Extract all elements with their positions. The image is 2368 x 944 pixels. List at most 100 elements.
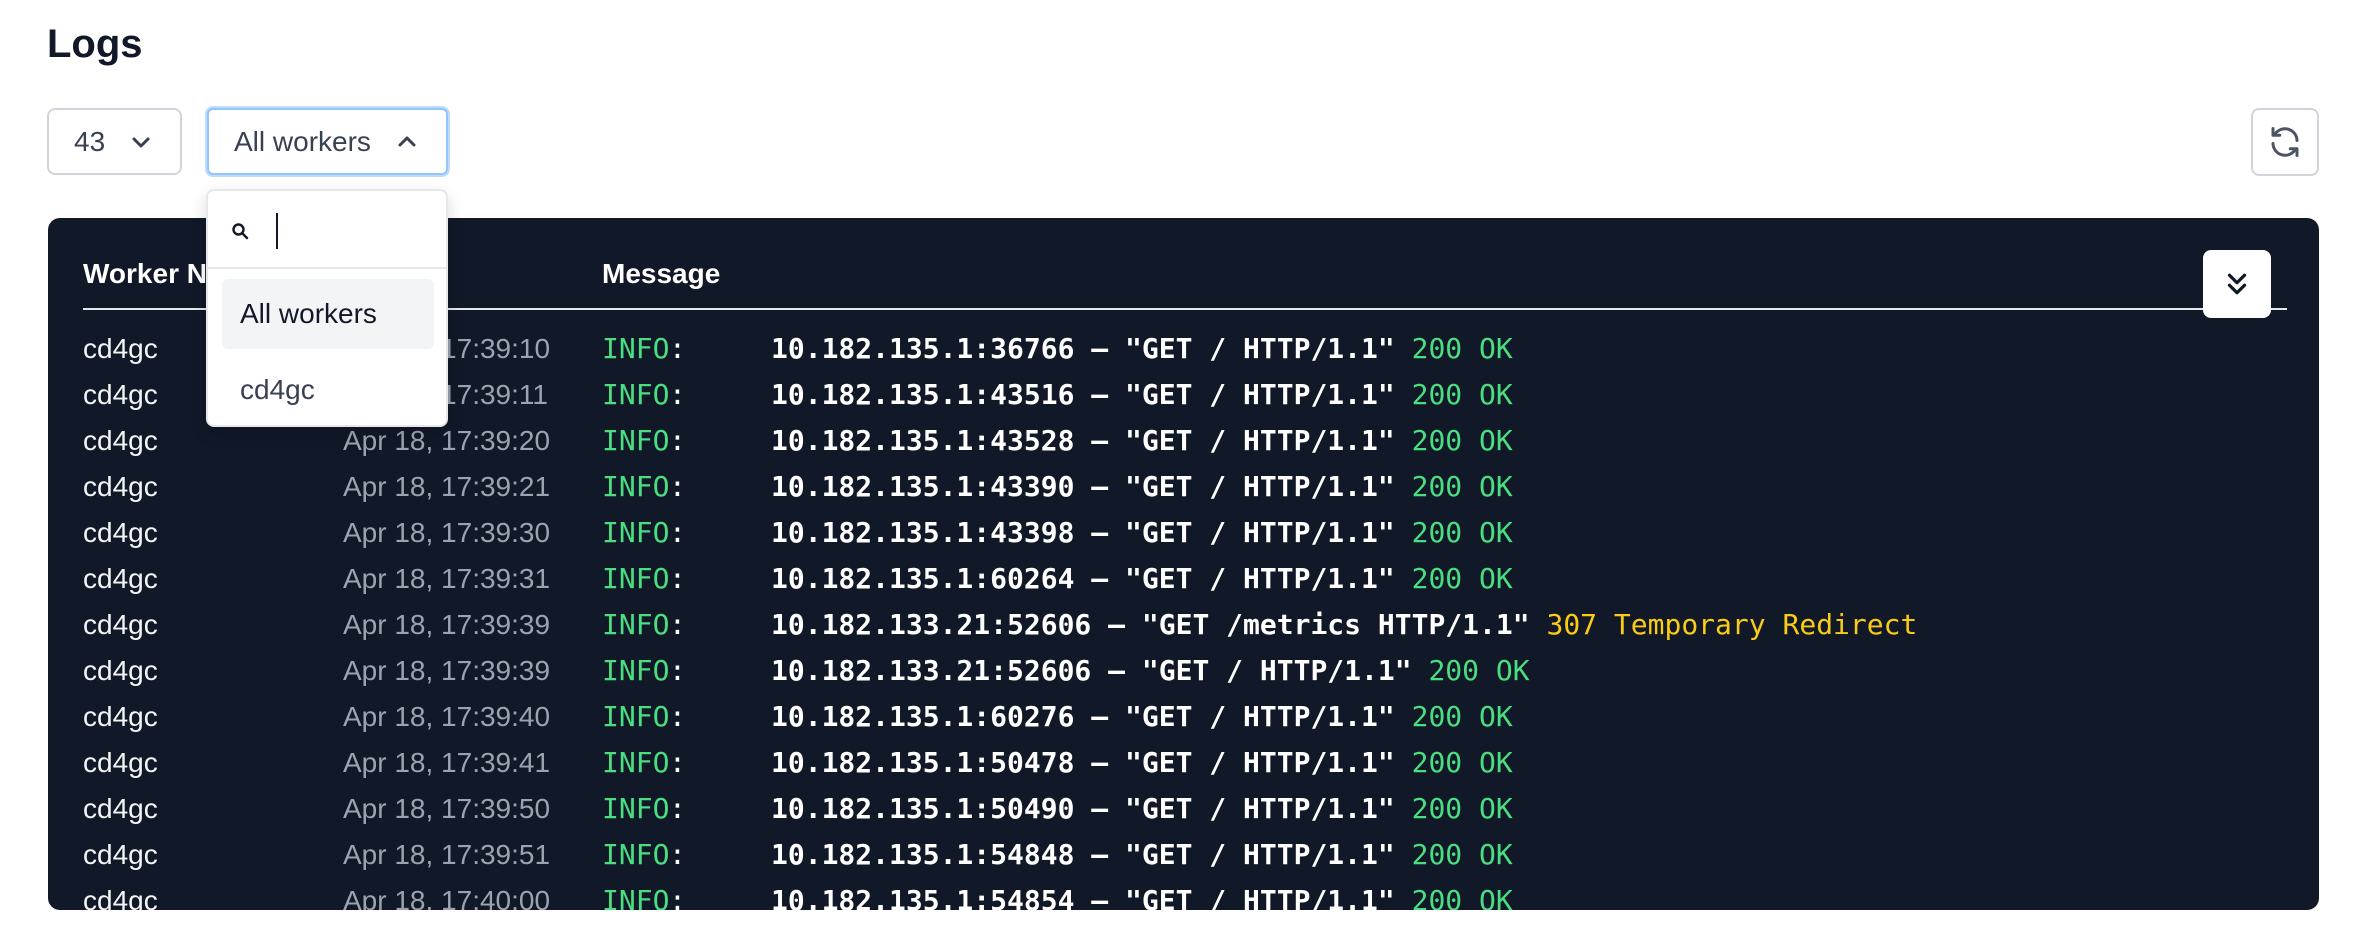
log-client-address: 10.182.135.1:43528: [771, 424, 1075, 457]
log-message: 10.182.135.1:60276 – "GET / HTTP/1.1" 20…: [771, 694, 1513, 740]
log-level: INFO: [602, 562, 670, 595]
log-timestamp: Apr 18, 17:39:39: [343, 609, 551, 640]
log-request: "GET / HTTP/1.1": [1125, 700, 1395, 733]
log-row: cd4gc Apr 18, 17:39:39 INFO: 10.182.133.21:…: [83, 648, 2287, 694]
log-timestamp: Apr 18, 17:39:50: [343, 793, 551, 824]
log-row: cd4gc Apr 18, 17:39:40 INFO: 10.182.135.1:6…: [83, 694, 2287, 740]
log-client-address: 10.182.135.1:60276: [771, 700, 1075, 733]
log-row: cd4gc Apr 18, 17:39:21 INFO: 10.182.135.1:4…: [83, 464, 2287, 510]
log-dash: –: [1074, 562, 1126, 595]
search-icon: [230, 221, 250, 241]
chevrons-down-icon: [2222, 269, 2252, 299]
log-timestamp: Apr 18, 17:40:00: [343, 885, 551, 910]
log-level-colon: :: [669, 562, 686, 595]
log-timestamp: Apr 18, 17:39:31: [343, 563, 551, 594]
worker-filter-dropdown: All workers cd4gc: [206, 189, 448, 427]
log-level-colon: :: [669, 654, 686, 687]
log-level: INFO: [602, 746, 670, 779]
log-timestamp: Apr 18, 17:39:41: [343, 747, 551, 778]
log-level: INFO: [602, 332, 670, 365]
log-level-colon: :: [669, 470, 686, 503]
refresh-icon: [2267, 124, 2303, 160]
log-request: "GET / HTTP/1.1": [1125, 424, 1395, 457]
log-request: "GET / HTTP/1.1": [1125, 332, 1395, 365]
worker-filter-select[interactable]: All workers: [205, 106, 450, 177]
log-client-address: 10.182.135.1:50490: [771, 792, 1075, 825]
log-level: INFO: [602, 792, 670, 825]
log-dash: –: [1074, 378, 1126, 411]
log-client-address: 10.182.133.21:52606: [771, 654, 1092, 687]
log-client-address: 10.182.135.1:54848: [771, 838, 1075, 871]
log-status: 307 Temporary Redirect: [1546, 608, 1918, 641]
row-count-value: 43: [74, 125, 106, 157]
log-message: 10.182.135.1:43390 – "GET / HTTP/1.1" 20…: [771, 464, 1513, 510]
row-count-select[interactable]: 43: [47, 108, 182, 175]
log-client-address: 10.182.135.1:43398: [771, 516, 1075, 549]
chevron-down-icon: [127, 128, 155, 156]
log-level-colon: :: [669, 378, 686, 411]
log-message: 10.182.135.1:43398 – "GET / HTTP/1.1" 20…: [771, 510, 1513, 556]
worker-option-cd4gc[interactable]: cd4gc: [222, 355, 434, 425]
log-worker: cd4gc: [83, 563, 158, 594]
log-status: 200 OK: [1411, 838, 1513, 871]
log-row: cd4gc Apr 18, 17:40:00 INFO: 10.182.135.1:5…: [83, 878, 2287, 910]
log-dash: –: [1074, 424, 1126, 457]
header-message: Message: [602, 258, 721, 289]
log-level-colon: :: [669, 332, 686, 365]
worker-option-all[interactable]: All workers: [222, 279, 434, 349]
log-level-colon: :: [669, 884, 686, 910]
log-level-colon: :: [669, 608, 686, 641]
log-status: 200 OK: [1411, 884, 1513, 910]
log-level: INFO: [602, 654, 670, 687]
log-request: "GET / HTTP/1.1": [1125, 884, 1395, 910]
log-worker: cd4gc: [83, 333, 158, 364]
log-dash: –: [1074, 332, 1126, 365]
refresh-button[interactable]: [2251, 108, 2319, 176]
log-timestamp: Apr 18, 17:39:51: [343, 839, 551, 870]
log-level-colon: :: [669, 746, 686, 779]
log-level: INFO: [602, 516, 670, 549]
scroll-to-bottom-button[interactable]: [2203, 250, 2271, 318]
log-row: cd4gc Apr 18, 17:39:30 INFO: 10.182.135.1:4…: [83, 510, 2287, 556]
log-worker: cd4gc: [83, 885, 158, 910]
log-status: 200 OK: [1411, 378, 1513, 411]
log-dash: –: [1074, 470, 1126, 503]
log-timestamp: Apr 18, 17:39:40: [343, 701, 551, 732]
dropdown-search: [208, 191, 446, 269]
log-level: INFO: [602, 838, 670, 871]
log-row: cd4gc Apr 18, 17:39:50 INFO: 10.182.135.1:5…: [83, 786, 2287, 832]
log-request: "GET / HTTP/1.1": [1125, 838, 1395, 871]
log-level: INFO: [602, 884, 670, 910]
log-worker: cd4gc: [83, 747, 158, 778]
log-dash: –: [1091, 654, 1142, 687]
log-client-address: 10.182.135.1:54854: [771, 884, 1075, 910]
log-dash: –: [1091, 608, 1142, 641]
worker-filter-value: All workers: [234, 125, 371, 157]
log-worker: cd4gc: [83, 655, 158, 686]
text-cursor: [276, 213, 278, 249]
log-client-address: 10.182.135.1:36766: [771, 332, 1075, 365]
log-row: cd4gc Apr 18, 17:39:39 INFO: 10.182.133.21:…: [83, 602, 2287, 648]
log-timestamp: Apr 18, 17:39:39: [343, 655, 551, 686]
log-level: INFO: [602, 424, 670, 457]
log-worker: cd4gc: [83, 701, 158, 732]
log-client-address: 10.182.135.1:43516: [771, 378, 1075, 411]
log-worker: cd4gc: [83, 379, 158, 410]
log-message: 10.182.133.21:52606 – "GET / HTTP/1.1" 2…: [771, 648, 1530, 694]
log-status: 200 OK: [1411, 424, 1513, 457]
log-client-address: 10.182.135.1:60264: [771, 562, 1075, 595]
log-message: 10.182.135.1:54854 – "GET / HTTP/1.1" 20…: [771, 878, 1513, 910]
log-level-colon: :: [669, 516, 686, 549]
log-row: cd4gc Apr 18, 17:39:31 INFO: 10.182.135.1:6…: [83, 556, 2287, 602]
log-level: INFO: [602, 470, 670, 503]
log-message: 10.182.133.21:52606 – "GET /metrics HTTP…: [771, 602, 1917, 648]
log-worker: cd4gc: [83, 609, 158, 640]
log-request: "GET /metrics HTTP/1.1": [1141, 608, 1530, 641]
log-level-colon: :: [669, 792, 686, 825]
log-row: cd4gc Apr 18, 17:39:41 INFO: 10.182.135.1:5…: [83, 740, 2287, 786]
log-status: 200 OK: [1428, 654, 1530, 687]
log-message: 10.182.135.1:36766 – "GET / HTTP/1.1" 20…: [771, 326, 1513, 372]
log-level-colon: :: [669, 424, 686, 457]
log-message: 10.182.135.1:54848 – "GET / HTTP/1.1" 20…: [771, 832, 1513, 878]
worker-search-input[interactable]: [272, 211, 432, 251]
